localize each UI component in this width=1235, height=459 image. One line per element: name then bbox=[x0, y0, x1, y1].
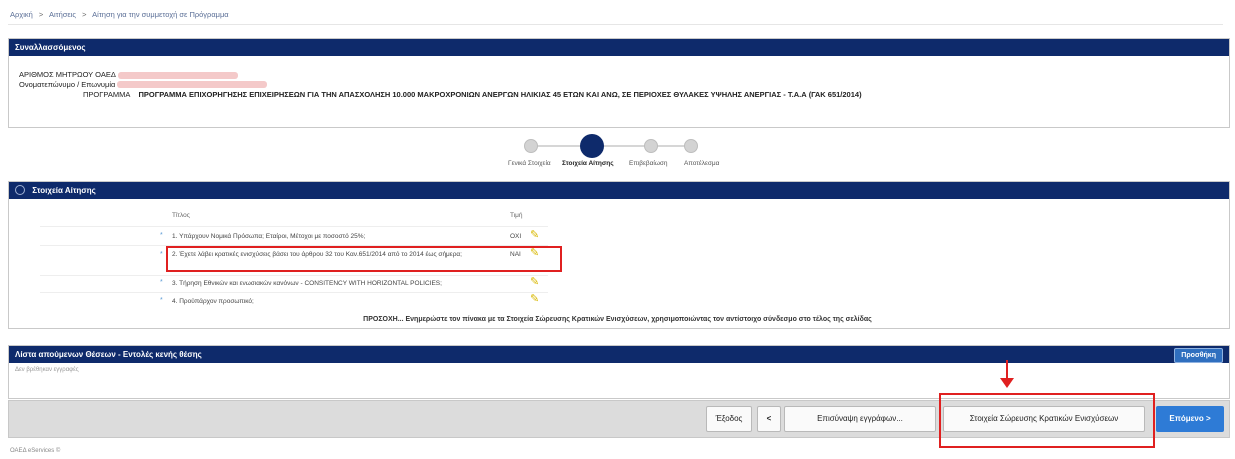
breadcrumb-separator: > bbox=[82, 10, 87, 19]
breadcrumb-home-link[interactable]: Αρχική bbox=[10, 10, 33, 19]
question-text: 1. Υπάρχουν Νομικά Πρόσωπα; Εταίροι, Μέτ… bbox=[172, 233, 366, 240]
answer-value: ΟΧΙ bbox=[510, 233, 522, 240]
required-star: * bbox=[160, 232, 163, 239]
registry-label: ΑΡΙΘΜΟΣ ΜΗΤΡΩΟΥ ΟΑΕΔ bbox=[19, 70, 116, 79]
warning-message: ΠΡΟΣΟΧΗ... Ενημερώστε τον πίνακα με τα Σ… bbox=[363, 316, 872, 323]
name-row: Ονοματεπώνυμο / Επωνυμία bbox=[19, 80, 1219, 90]
wizard-step-label-active: Στοιχεία Αίτησης bbox=[562, 160, 614, 167]
program-label: ΠΡΟΓΡΑΜΜΑ bbox=[83, 90, 131, 99]
pencil-icon[interactable]: ✎ bbox=[530, 228, 539, 241]
wizard-step-label: Αποτέλεσμα bbox=[684, 160, 720, 167]
attach-documents-button[interactable]: Επισύναψη εγγράφων... bbox=[784, 406, 936, 432]
next-button-label: Επόμενο bbox=[1169, 414, 1204, 423]
wizard-step-dot bbox=[644, 139, 658, 153]
positions-panel-title: Λίστα απούμενων Θέσεων - Εντολές κενής θ… bbox=[15, 350, 202, 359]
state-aid-button[interactable]: Στοιχεία Σώρευσης Κρατικών Ενισχύσεων bbox=[943, 406, 1145, 432]
required-star: * bbox=[160, 279, 163, 286]
pencil-icon[interactable]: ✎ bbox=[530, 292, 539, 305]
wizard-step-label: Επιβεβαίωση bbox=[629, 160, 668, 167]
row-divider bbox=[40, 275, 548, 276]
wizard-step-label: Γενικά Στοιχεία bbox=[508, 160, 551, 167]
redacted-registry-value bbox=[117, 71, 238, 79]
positions-panel: Λίστα απούμενων Θέσεων - Εντολές κενής θ… bbox=[8, 345, 1230, 399]
wizard-step-dot-active bbox=[580, 134, 604, 158]
question-text: 4. Προϋπάρχον προσωπικό; bbox=[172, 298, 254, 305]
breadcrumb-applications-link[interactable]: Αιτήσεις bbox=[49, 10, 76, 19]
wizard-track bbox=[530, 145, 690, 147]
transactor-panel: Συναλλασσόμενος ΑΡΙΘΜΟΣ ΜΗΤΡΩΟΥ ΟΑΕΔ Ονο… bbox=[8, 38, 1230, 128]
annotation-arrow-head bbox=[1000, 378, 1014, 388]
row-divider bbox=[40, 292, 548, 293]
required-star: * bbox=[160, 251, 163, 258]
registry-row: ΑΡΙΘΜΟΣ ΜΗΤΡΩΟΥ ΟΑΕΔ bbox=[19, 70, 1219, 80]
chevron-right-icon: > bbox=[1205, 414, 1211, 423]
divider bbox=[8, 24, 1223, 25]
row-divider bbox=[40, 226, 548, 227]
program-row: ΠΡΟΓΡΑΜΜΑ ΠΡΟΓΡΑΜΜΑ ΕΠΙΧΟΡΗΓΗΣΗΣ ΕΠΙΧΕΙΡ… bbox=[83, 90, 1219, 100]
wizard-step-dot bbox=[524, 139, 538, 153]
breadcrumb: Αρχική > Αιτήσεις > Αίτηση για την συμμε… bbox=[10, 10, 233, 19]
positions-panel-header: Λίστα απούμενων Θέσεων - Εντολές κενής θ… bbox=[9, 346, 1229, 363]
wizard-step-dot bbox=[684, 139, 698, 153]
application-panel-title: Στοιχεία Αίτησης bbox=[32, 186, 96, 195]
breadcrumb-current: Αίτηση για την συμμετοχή σε Πρόγραμμα bbox=[92, 10, 229, 19]
question-text: 2. Έχετε λάβει κρατικές ενισχύσεις βάσει… bbox=[172, 251, 462, 258]
empty-records-text: Δεν βρέθηκαν εγγραφές bbox=[15, 367, 79, 373]
exit-button[interactable]: Έξοδος bbox=[706, 406, 752, 432]
add-button[interactable]: Προσθήκη bbox=[1174, 348, 1223, 363]
pencil-icon[interactable]: ✎ bbox=[530, 275, 539, 288]
back-button[interactable]: < bbox=[757, 406, 781, 432]
answer-value: ΝΑΙ bbox=[510, 251, 521, 258]
column-header-title: Τίτλος bbox=[172, 212, 190, 219]
question-text: 3. Τήρηση Εθνικών και ενωσιακών κανόνων … bbox=[172, 280, 442, 287]
column-header-value: Τιμή bbox=[510, 212, 523, 219]
chevron-circle-icon[interactable] bbox=[15, 184, 25, 195]
next-button[interactable]: Επόμενο > bbox=[1156, 406, 1224, 432]
redacted-name-value bbox=[117, 81, 268, 89]
footer-text: ΟΑΕΔ eServices © bbox=[10, 448, 61, 454]
pencil-icon[interactable]: ✎ bbox=[530, 246, 539, 259]
transactor-panel-title: Συναλλασσόμενος bbox=[9, 39, 1229, 56]
required-star: * bbox=[160, 297, 163, 304]
name-label: Ονοματεπώνυμο / Επωνυμία bbox=[19, 79, 116, 89]
breadcrumb-separator: > bbox=[38, 10, 44, 19]
highlight-box bbox=[166, 246, 562, 272]
program-value: ΠΡΟΓΡΑΜΜΑ ΕΠΙΧΟΡΗΓΗΣΗΣ ΕΠΙΧΕΙΡΗΣΕΩΝ ΓΙΑ … bbox=[138, 90, 862, 99]
application-panel-header[interactable]: Στοιχεία Αίτησης bbox=[9, 182, 1229, 199]
